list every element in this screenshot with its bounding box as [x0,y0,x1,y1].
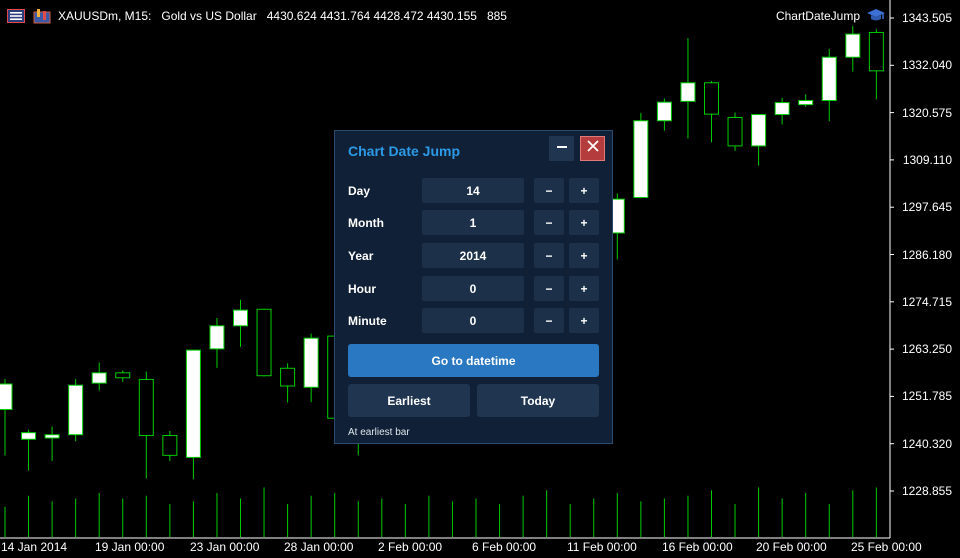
candle-body [280,367,296,387]
price-axis-label: 1263.250 [901,342,952,357]
candle-body [821,56,837,102]
symbol-description: Gold vs US Dollar [161,9,257,23]
time-axis-label: 20 Feb 00:00 [756,540,827,554]
field-row-day: Day 14 − + [348,178,600,204]
minute-increment-button[interactable]: + [569,308,599,333]
candle-body [115,372,131,379]
candle-body [21,432,37,440]
candle-body [845,33,861,58]
one-click-trading-icon[interactable] [32,8,52,24]
candle-body [751,114,767,147]
field-label-year: Year [348,249,374,263]
indicator-name: ChartDateJump [775,9,860,23]
field-row-hour: Hour 0 − + [348,276,600,302]
chart-header: XAUUSDm, M15: Gold vs US Dollar 4430.624… [6,6,507,26]
year-decrement-button[interactable]: − [534,243,564,268]
minus-icon [556,140,568,158]
candle-body [256,308,272,377]
time-axis-label: 19 Jan 00:00 [95,540,165,554]
price-axis-label: 1320.575 [901,105,952,120]
candle-body [68,384,84,436]
time-axis-label: 16 Feb 00:00 [662,540,733,554]
candle-body [162,435,178,456]
candle-body [185,349,201,458]
candle-body [798,100,814,106]
candle-body [656,101,672,122]
candle-body [774,102,790,116]
day-increment-button[interactable]: + [569,178,599,203]
tick-volume: 885 [486,9,507,23]
time-axis-label: 11 Feb 00:00 [567,540,637,554]
hour-decrement-button[interactable]: − [534,276,564,301]
go-to-datetime-button[interactable]: Go to datetime [348,344,599,377]
field-label-day: Day [348,184,371,198]
day-decrement-button[interactable]: − [534,178,564,203]
field-label-minute: Minute [348,314,387,328]
time-axis-label: 25 Feb 00:00 [851,540,922,554]
month-increment-button[interactable]: + [569,210,599,235]
graduation-cap-icon [866,7,886,26]
price-axis-label: 1251.785 [901,389,952,404]
field-row-minute: Minute 0 − + [348,308,600,334]
field-row-year: Year 2014 − + [348,243,600,269]
close-button[interactable] [580,136,605,161]
candle-body [91,372,107,384]
today-button[interactable]: Today [477,384,599,417]
price-axis-label: 1297.645 [901,200,952,215]
candle-body [680,82,696,102]
time-axis-label: 2 Feb 00:00 [378,540,443,554]
field-row-month: Month 1 − + [348,210,600,236]
month-decrement-button[interactable]: − [534,210,564,235]
candle-body [138,378,154,437]
price-axis-label: 1309.110 [902,152,952,167]
time-axis-label: 23 Jan 00:00 [190,540,260,554]
candle-body [44,434,60,439]
close-icon [586,139,600,158]
indicator-label[interactable]: ChartDateJump [776,6,886,26]
price-axis-label: 1228.855 [901,484,952,498]
month-input[interactable]: 1 [422,210,524,235]
panel-title: Chart Date Jump [348,143,461,159]
candle-body [0,383,13,411]
candle-body [303,337,319,388]
candle-body [233,309,248,327]
field-label-month: Month [348,216,384,230]
day-input[interactable]: 14 [422,178,524,203]
price-axis-label: 1332.040 [901,58,952,73]
price-axis-label: 1240.320 [901,436,952,451]
year-input[interactable]: 2014 [422,243,524,268]
ohlc-values: 4430.624 4431.764 4428.472 4430.155 [266,9,477,23]
price-axis-label: 1274.715 [901,294,952,309]
minute-input[interactable]: 0 [422,308,524,333]
status-text: At earliest bar [348,427,410,438]
field-label-hour: Hour [348,282,376,296]
minimize-button[interactable] [549,136,574,161]
hour-increment-button[interactable]: + [569,276,599,301]
menu-icon[interactable] [6,8,26,24]
hour-input[interactable]: 0 [422,276,524,301]
price-axis-label: 1343.505 [901,11,952,25]
chart-date-jump-panel: Chart Date Jump Day 14 − + Month 1 − + Y… [334,130,613,444]
price-axis-label: 1286.180 [901,247,952,262]
minute-decrement-button[interactable]: − [534,308,564,333]
time-axis-label: 28 Jan 00:00 [284,540,354,554]
earliest-button[interactable]: Earliest [348,384,470,417]
candle-body [868,31,884,72]
year-increment-button[interactable]: + [569,243,599,268]
candle-body [633,120,649,198]
candle-body [209,325,225,350]
symbol-timeframe: XAUUSDm, M15: [58,9,152,23]
candle-body [727,116,743,147]
time-axis-label: 6 Feb 00:00 [472,540,537,554]
time-axis-label: 14 Jan 2014 [1,540,68,554]
candle-body [704,82,719,115]
